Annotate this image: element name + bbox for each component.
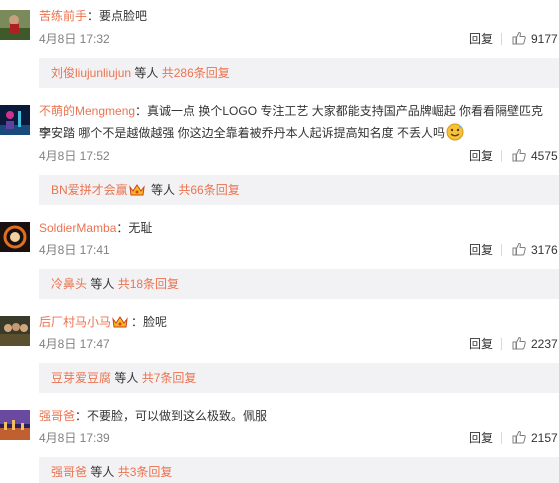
avatar[interactable] xyxy=(0,105,30,135)
reply-middle-text: 等人 xyxy=(87,277,118,291)
like-count: 9177 xyxy=(531,32,558,46)
comment-username[interactable]: 苦练前手 xyxy=(39,9,87,23)
thumbs-up-icon xyxy=(512,31,526,45)
replies-summary: BN爱拼才会赢 等人 共66条回复 xyxy=(39,175,559,205)
comment-time: 4月8日 17:39 xyxy=(39,431,110,445)
comment-text: 苦练前手：要点脸吧 xyxy=(39,5,555,27)
like-count: 4575 xyxy=(531,149,558,163)
like-button[interactable]: 2237 xyxy=(512,334,558,354)
like-button[interactable]: 3176 xyxy=(512,240,558,260)
comment-username[interactable]: 不萌的Mengmeng xyxy=(39,104,135,118)
replies-summary: 豆芽爱豆腐 等人 共7条回复 xyxy=(39,363,559,393)
reply-count-link[interactable]: 共7条回复 xyxy=(142,371,197,385)
avatar[interactable] xyxy=(0,10,30,40)
like-count: 2157 xyxy=(531,431,558,445)
reply-count-link[interactable]: 共66条回复 xyxy=(178,183,239,197)
reply-button[interactable]: 回复 xyxy=(469,29,493,49)
comment-content: ：不要脸，可以做到这么极致。佩服 xyxy=(75,409,268,423)
avatar[interactable] xyxy=(0,222,30,252)
thumbs-up-icon xyxy=(512,430,526,444)
replies-summary: 强哥爸 等人 共3条回复 xyxy=(39,457,559,483)
avatar[interactable] xyxy=(0,410,30,440)
reply-user-link[interactable]: 刘俊liujunliujun xyxy=(51,66,131,80)
reply-user-link[interactable]: 豆芽爱豆腐 xyxy=(51,371,111,385)
like-count: 2237 xyxy=(531,337,558,351)
comment-time: 4月8日 17:47 xyxy=(39,337,110,351)
comment-content: ：要点脸吧 xyxy=(87,9,148,23)
comment-meta: 4月8日 17:52 回复 4575 xyxy=(39,146,559,166)
reply-middle-text: 等人 xyxy=(147,183,179,197)
reply-middle-text: 等人 xyxy=(87,465,118,479)
reply-button[interactable]: 回复 xyxy=(469,334,493,354)
smiley-emoji-icon xyxy=(446,123,464,141)
comment-username[interactable]: SoldierMamba xyxy=(39,221,116,235)
reply-middle-text: 等人 xyxy=(131,66,162,80)
comment-content-continued: 宁安踏 哪个不是越做越强 你这边全靠着被乔丹本人起诉提高知名度 不丢人吗 xyxy=(39,126,446,140)
divider xyxy=(501,33,502,45)
comment-meta: 4月8日 17:41 回复 3176 xyxy=(39,240,559,260)
divider xyxy=(501,244,502,256)
thumbs-up-icon xyxy=(512,242,526,256)
comment-text: SoldierMamba：无耻 xyxy=(39,217,555,239)
crown-badge-icon xyxy=(128,184,145,196)
replies-summary: 刘俊liujunliujun 等人 共286条回复 xyxy=(39,58,559,88)
comment-meta: 4月8日 17:32 回复 9177 xyxy=(39,29,559,49)
replies-summary: 冷鼻头 等人 共18条回复 xyxy=(39,269,559,299)
comment-meta: 4月8日 17:47 回复 2237 xyxy=(39,334,559,354)
comment-time: 4月8日 17:32 xyxy=(39,32,110,46)
like-count: 3176 xyxy=(531,243,558,257)
reply-button[interactable]: 回复 xyxy=(469,146,493,166)
comment-content: ：无耻 xyxy=(116,221,153,235)
reply-user-link[interactable]: 冷鼻头 xyxy=(51,277,87,291)
reply-count-link[interactable]: 共3条回复 xyxy=(118,465,173,479)
reply-button[interactable]: 回复 xyxy=(469,240,493,260)
avatar[interactable] xyxy=(0,316,30,346)
comment-time: 4月8日 17:52 xyxy=(39,149,110,163)
thumbs-up-icon xyxy=(512,336,526,350)
comment-time: 4月8日 17:41 xyxy=(39,243,110,257)
crown-badge-icon xyxy=(112,316,128,328)
thumbs-up-icon xyxy=(512,148,526,162)
comment-text-line2: 宁安踏 哪个不是越做越强 你这边全靠着被乔丹本人起诉提高知名度 不丢人吗 xyxy=(39,122,555,144)
reply-button[interactable]: 回复 xyxy=(469,428,493,448)
comment-meta: 4月8日 17:39 回复 2157 xyxy=(39,428,559,448)
reply-count-link[interactable]: 共18条回复 xyxy=(118,277,179,291)
like-button[interactable]: 9177 xyxy=(512,29,558,49)
reply-middle-text: 等人 xyxy=(111,371,142,385)
comment-text: 后厂村马小马 ：脸呢 xyxy=(39,311,555,333)
comment-text: 强哥爸：不要脸，可以做到这么极致。佩服 xyxy=(39,405,555,427)
divider xyxy=(501,150,502,162)
reply-count-link[interactable]: 共286条回复 xyxy=(162,66,230,80)
divider xyxy=(501,338,502,350)
like-button[interactable]: 4575 xyxy=(512,146,558,166)
divider xyxy=(501,432,502,444)
comment-username[interactable]: 强哥爸 xyxy=(39,409,75,423)
comment-username[interactable]: 后厂村马小马 xyxy=(39,315,111,329)
reply-user-link[interactable]: BN爱拼才会赢 xyxy=(51,183,128,197)
like-button[interactable]: 2157 xyxy=(512,428,558,448)
reply-user-link[interactable]: 强哥爸 xyxy=(51,465,87,479)
comment-content: ：脸呢 xyxy=(131,315,168,329)
